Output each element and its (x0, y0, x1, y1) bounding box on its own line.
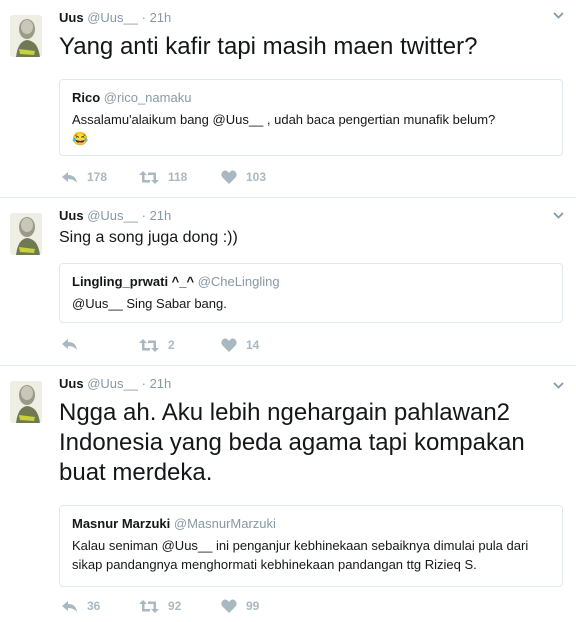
avatar[interactable] (10, 381, 42, 423)
heart-icon (221, 599, 237, 613)
tweet-time[interactable]: 21h (150, 208, 172, 223)
tweet-text: Yang anti kafir tapi masih maen twitter? (59, 33, 478, 60)
retweet-count: 92 (168, 599, 182, 613)
quoted-author-handle: @MasnurMarzuki (173, 516, 276, 531)
tweet-time[interactable]: 21h (150, 376, 172, 391)
author-handle[interactable]: @Uus__ (87, 376, 138, 391)
quoted-tweet[interactable]: Masnur Marzuki @MasnurMarzuki Kalau seni… (59, 505, 563, 587)
like-button[interactable]: 14 (221, 338, 259, 352)
quoted-header: Rico @rico_namaku (72, 90, 550, 105)
reply-icon (62, 171, 77, 183)
quoted-text: Kalau seniman @Uus__ ini penganjur kebhi… (72, 538, 529, 572)
separator-dot: · (141, 10, 146, 25)
retweet-button[interactable]: 2 (139, 338, 175, 352)
retweet-count: 2 (168, 338, 175, 352)
chevron-down-icon[interactable] (553, 378, 564, 392)
author-handle[interactable]: @Uus__ (87, 10, 138, 25)
reply-icon (62, 339, 77, 350)
like-button[interactable]: 103 (221, 170, 266, 184)
quoted-header: Masnur Marzuki @MasnurMarzuki (72, 516, 550, 531)
quoted-author-name: Masnur Marzuki (72, 516, 171, 531)
tweet-header: Uus @Uus__ · 21h (59, 10, 171, 25)
quoted-author-handle: @rico_namaku (103, 90, 192, 105)
separator-dot: · (141, 376, 146, 391)
reply-button[interactable]: 178 (61, 170, 107, 184)
chevron-down-icon[interactable] (553, 8, 564, 22)
avatar[interactable] (10, 15, 42, 57)
retweet-icon (139, 338, 159, 352)
like-count: 99 (246, 599, 260, 613)
tweet-header: Uus @Uus__ · 21h (59, 208, 171, 223)
tweet-header: Uus @Uus__ · 21h (59, 376, 171, 391)
avatar[interactable] (10, 213, 42, 255)
author-name[interactable]: Uus (59, 10, 84, 25)
quoted-tweet[interactable]: Lingling_prwati ^_^ @CheLingling @Uus__ … (59, 263, 563, 323)
separator-dot: · (141, 208, 146, 223)
retweet-button[interactable]: 118 (139, 170, 187, 184)
retweet-icon (139, 599, 159, 613)
tweet-text: Ngga ah. Aku lebih ngehargain pahlawan2 … (59, 399, 525, 486)
quoted-author-name: Rico (72, 90, 101, 105)
reply-button[interactable] (61, 338, 87, 351)
heart-icon (221, 338, 237, 352)
retweet-count: 118 (168, 170, 188, 184)
author-name[interactable]: Uus (59, 376, 84, 391)
like-button[interactable]: 99 (221, 599, 259, 613)
reply-button[interactable]: 36 (61, 599, 100, 613)
reply-count: 178 (87, 170, 108, 184)
retweet-icon (139, 170, 159, 184)
tweet-time[interactable]: 21h (150, 10, 172, 25)
like-count: 103 (246, 170, 267, 184)
author-name[interactable]: Uus (59, 208, 84, 223)
quoted-author-handle: @CheLingling (197, 274, 280, 289)
retweet-button[interactable]: 92 (139, 599, 181, 613)
like-count: 14 (246, 338, 260, 352)
author-handle[interactable]: @Uus__ (87, 208, 138, 223)
quoted-text: @Uus__ Sing Sabar bang. (72, 296, 227, 311)
quoted-text: Assalamu'alaikum bang @Uus__ , udah baca… (72, 110, 550, 148)
quoted-author-name: Lingling_prwati ^_^ (72, 274, 195, 289)
tweet-text: Sing a song juga dong :)) (59, 229, 238, 246)
tweet[interactable]: Uus @Uus__ · 21h Ngga ah. Aku lebih ngeh… (0, 366, 576, 622)
heart-icon (221, 170, 237, 184)
tweet[interactable]: Uus @Uus__ · 21h Sing a song juga dong :… (0, 198, 576, 366)
tweet[interactable]: Uus @Uus__ · 21h Yang anti kafir tapi ma… (0, 0, 576, 198)
quoted-header: Lingling_prwati ^_^ @CheLingling (72, 274, 550, 289)
quoted-text-body: Assalamu'alaikum bang @Uus__ , udah baca… (72, 112, 496, 127)
quoted-tweet[interactable]: Rico @rico_namaku Assalamu'alaikum bang … (59, 79, 563, 156)
chevron-down-icon[interactable] (553, 208, 564, 222)
laughing-emoji: 😂 (72, 131, 89, 146)
reply-icon (62, 600, 77, 612)
reply-count: 36 (87, 599, 101, 613)
